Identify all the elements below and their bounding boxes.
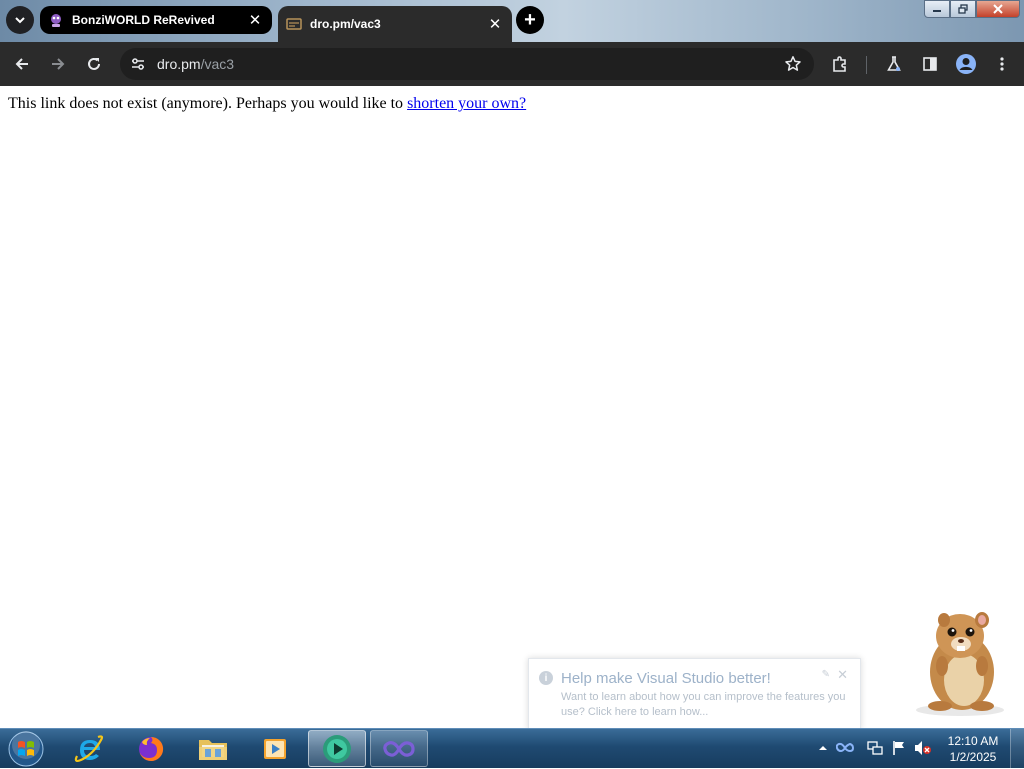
restore-button[interactable] [950,0,976,18]
reload-button[interactable] [80,50,108,78]
triangle-up-icon [819,746,827,750]
close-icon[interactable]: ✕ [837,667,848,683]
extensions-button[interactable] [826,50,854,78]
taskbar: 12:10 AM 1/2/2025 [0,728,1024,769]
close-window-button[interactable] [976,0,1020,18]
show-hidden-icons-button[interactable] [814,739,832,757]
minimize-icon [933,10,941,12]
visual-studio-taskbar-button[interactable] [370,730,428,767]
message-text: This link does not exist (anymore). Perh… [8,95,408,112]
bonziworld-favicon-icon [48,12,64,28]
internet-explorer-taskbar-button[interactable] [60,730,118,767]
show-desktop-button[interactable] [1010,729,1024,769]
chevron-down-icon [15,17,25,24]
new-tab-button[interactable]: + [516,6,544,34]
more-vert-icon [1000,57,1004,71]
back-button[interactable] [8,50,36,78]
window-controls [924,0,1020,18]
close-icon[interactable]: ✕ [486,15,504,33]
arrow-right-icon [52,58,65,70]
notification-title: Help make Visual Studio better! [561,670,771,687]
tab-bonziworld[interactable]: BonziWORLD ReRevived ✕ [40,6,272,34]
bookmark-star-icon[interactable] [782,53,804,75]
notification-body: Want to learn about how you can improve … [561,691,846,718]
puzzle-icon [833,56,846,72]
windows-start-orb-icon [8,731,44,767]
page-content: This link does not exist (anymore). Perh… [0,86,1024,728]
firefox-taskbar-button[interactable] [122,730,180,767]
clock-date: 1/2/2025 [949,750,997,764]
firefox-icon [139,736,164,761]
play-circle-icon [323,734,351,763]
network-tray-icon[interactable] [866,739,884,757]
tab-title: BonziWORLD ReRevived [72,13,215,27]
plus-icon: + [524,8,536,31]
tab-strip: BonziWORLD ReRevived ✕ dro.pm/vac3 ✕ + [0,0,1024,42]
close-icon[interactable]: ✕ [246,11,264,29]
clock-time: 12:10 AM [947,734,999,748]
close-icon [993,4,1003,14]
restore-icon [958,4,968,14]
file-explorer-taskbar-button[interactable] [184,730,242,767]
shorten-link[interactable]: shorten your own? [407,95,526,112]
info-icon: i [539,671,553,685]
address-bar[interactable]: dro.pm/vac3 [120,48,814,80]
browser-toolbar: dro.pm/vac3 [0,42,1024,86]
dro-pm-favicon-icon [286,16,302,32]
media-player-taskbar-button[interactable] [246,730,304,767]
not-found-message: This link does not exist (anymore). Perh… [8,95,526,113]
forward-button[interactable] [44,50,72,78]
url-text[interactable]: dro.pm/vac3 [157,56,234,72]
menu-button[interactable] [988,50,1016,78]
minimize-button[interactable] [924,0,950,18]
hamster-character[interactable] [910,606,1014,718]
flask-icon [887,56,901,71]
avatar-icon [956,54,976,74]
internet-explorer-icon [74,734,104,762]
visual-studio-notification[interactable]: i Help make Visual Studio better! Want t… [528,658,861,730]
reload-icon [88,57,100,70]
tab-dro-pm[interactable]: dro.pm/vac3 ✕ [278,6,512,42]
pin-icon[interactable]: ✎ [822,669,830,680]
profile-button[interactable] [952,50,980,78]
system-clock[interactable]: 12:10 AM 1/2/2025 [940,733,1006,765]
toolbar-divider [866,56,867,74]
start-button[interactable] [6,730,46,768]
bonzi-player-taskbar-button[interactable] [308,730,366,767]
tab-search-button[interactable] [6,6,34,34]
side-panel-icon [923,57,937,71]
url-host: dro.pm [157,56,201,72]
url-path: /vac3 [200,56,235,72]
site-info-icon[interactable] [126,52,150,76]
visual-studio-tray-icon[interactable] [836,739,854,757]
folder-icon [199,739,227,760]
side-panel-button[interactable] [916,50,944,78]
tab-title: dro.pm/vac3 [310,17,381,31]
action-center-flag-icon[interactable] [890,739,908,757]
media-player-icon [264,738,286,759]
arrow-left-icon [15,58,28,70]
visual-studio-icon [383,740,415,757]
labs-button[interactable] [880,50,908,78]
volume-muted-icon[interactable] [914,739,932,757]
